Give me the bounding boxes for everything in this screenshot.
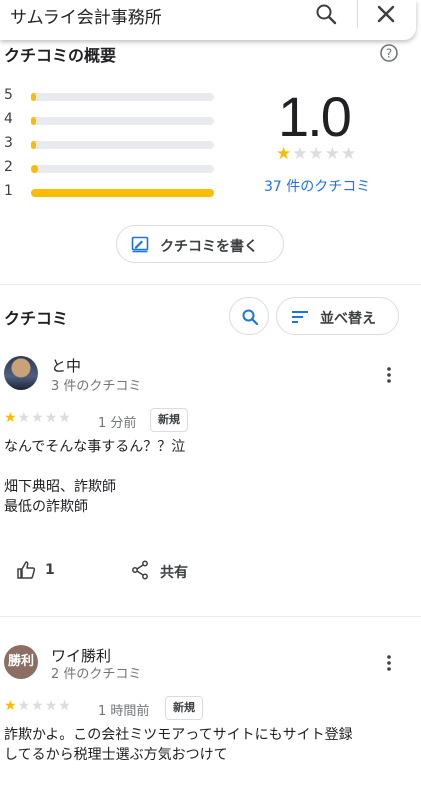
search-icon xyxy=(242,309,259,326)
rating-bar-label: 4 xyxy=(4,111,13,127)
review-author-count: 3 件のクチコミ xyxy=(51,379,142,394)
rating-bar-3: 3 xyxy=(4,135,219,153)
rating-bar-label: 3 xyxy=(4,135,13,151)
review-time: 1 分前 xyxy=(98,416,137,431)
share-icon xyxy=(132,560,148,580)
rating-bar-5: 5 xyxy=(4,87,219,105)
star-empty-icon: ★ xyxy=(17,410,32,426)
thumb-up-icon xyxy=(17,561,36,579)
share-label: 共有 xyxy=(160,565,188,581)
star-filled-icon: ★ xyxy=(276,144,293,164)
star-empty-icon: ★ xyxy=(341,144,358,164)
star-empty-icon: ★ xyxy=(44,698,59,714)
review-text: 詐欺かよ。この会社ミツモアってサイトにもサイト登録 してるから税理士選ぶ方気おつ… xyxy=(4,727,353,763)
rating-bar-fill xyxy=(31,189,214,197)
rating-bar-fill xyxy=(31,165,39,173)
rating-bar-2: 2 xyxy=(4,159,219,177)
star-empty-icon: ★ xyxy=(31,410,45,426)
like-count: 1 xyxy=(45,562,55,578)
rating-bar-track xyxy=(31,189,214,197)
review-search-button[interactable] xyxy=(229,297,269,335)
rating-bar-4: 4 xyxy=(4,111,219,129)
rating-bar-fill xyxy=(31,117,36,125)
search-query[interactable]: サムライ会計事務所 xyxy=(10,3,162,28)
sort-label: 並べ替え xyxy=(320,311,376,327)
overview-title: クチコミの概要 xyxy=(4,46,117,65)
average-stars: ★★★★★ xyxy=(276,144,357,164)
star-empty-icon: ★ xyxy=(324,144,341,164)
share-button[interactable]: 共有 xyxy=(131,559,201,583)
avatar[interactable]: 勝利 xyxy=(4,645,38,679)
review-author[interactable]: と中 xyxy=(51,355,81,376)
like-button[interactable]: 1 xyxy=(16,559,76,583)
new-badge: 新規 xyxy=(165,696,203,720)
rating-bar-track xyxy=(31,141,214,149)
rating-bar-track xyxy=(31,117,214,125)
rating-bar-fill xyxy=(31,93,36,101)
avatar[interactable] xyxy=(4,356,38,390)
star-empty-icon: ★ xyxy=(31,698,45,714)
write-review-label: クチコミを書く xyxy=(160,239,258,255)
star-empty-icon: ★ xyxy=(292,144,309,164)
star-empty-icon: ★ xyxy=(17,698,32,714)
close-icon[interactable] xyxy=(374,2,400,26)
more-options-icon[interactable] xyxy=(379,653,399,673)
review-stars: ★★★★★ xyxy=(4,410,72,426)
rating-bar-track xyxy=(31,165,214,173)
more-options-icon[interactable] xyxy=(379,365,399,385)
sort-button[interactable]: 並べ替え xyxy=(276,297,399,335)
search-bar: サムライ会計事務所 xyxy=(0,0,416,40)
rating-bar-1: 1 xyxy=(4,183,219,201)
review-stars: ★★★★★ xyxy=(4,698,72,714)
reviews-title: クチコミ xyxy=(4,309,69,328)
help-icon[interactable]: ? xyxy=(379,43,399,63)
svg-text:?: ? xyxy=(386,47,392,61)
review-author-count: 2 件のクチコミ xyxy=(51,667,142,682)
review-text: なんでそんな事するん？？泣 畑下典昭、詐欺師 最低の詐欺師 xyxy=(4,439,186,515)
search-icon[interactable] xyxy=(314,2,340,26)
rating-bar-label: 2 xyxy=(4,159,13,175)
rating-bar-track xyxy=(31,93,214,101)
star-empty-icon: ★ xyxy=(44,410,59,426)
review-time: 1 時間前 xyxy=(98,704,150,719)
write-review-button[interactable]: クチコミを書く xyxy=(116,225,284,263)
star-empty-icon: ★ xyxy=(308,144,325,164)
section-divider xyxy=(0,284,421,285)
new-badge: 新規 xyxy=(150,408,188,432)
rating-bar-label: 1 xyxy=(4,183,13,199)
write-review-icon xyxy=(131,235,149,253)
review-count-link[interactable]: 37 件のクチコミ xyxy=(264,176,370,196)
rating-bar-label: 5 xyxy=(4,87,13,103)
average-rating: 1.0 xyxy=(278,85,352,148)
search-divider xyxy=(357,0,358,28)
star-filled-icon: ★ xyxy=(4,410,18,426)
star-empty-icon: ★ xyxy=(58,410,72,426)
sort-icon xyxy=(292,311,308,323)
star-empty-icon: ★ xyxy=(58,698,72,714)
rating-bar-fill xyxy=(31,141,36,149)
review-divider xyxy=(0,616,421,617)
star-filled-icon: ★ xyxy=(4,698,18,714)
